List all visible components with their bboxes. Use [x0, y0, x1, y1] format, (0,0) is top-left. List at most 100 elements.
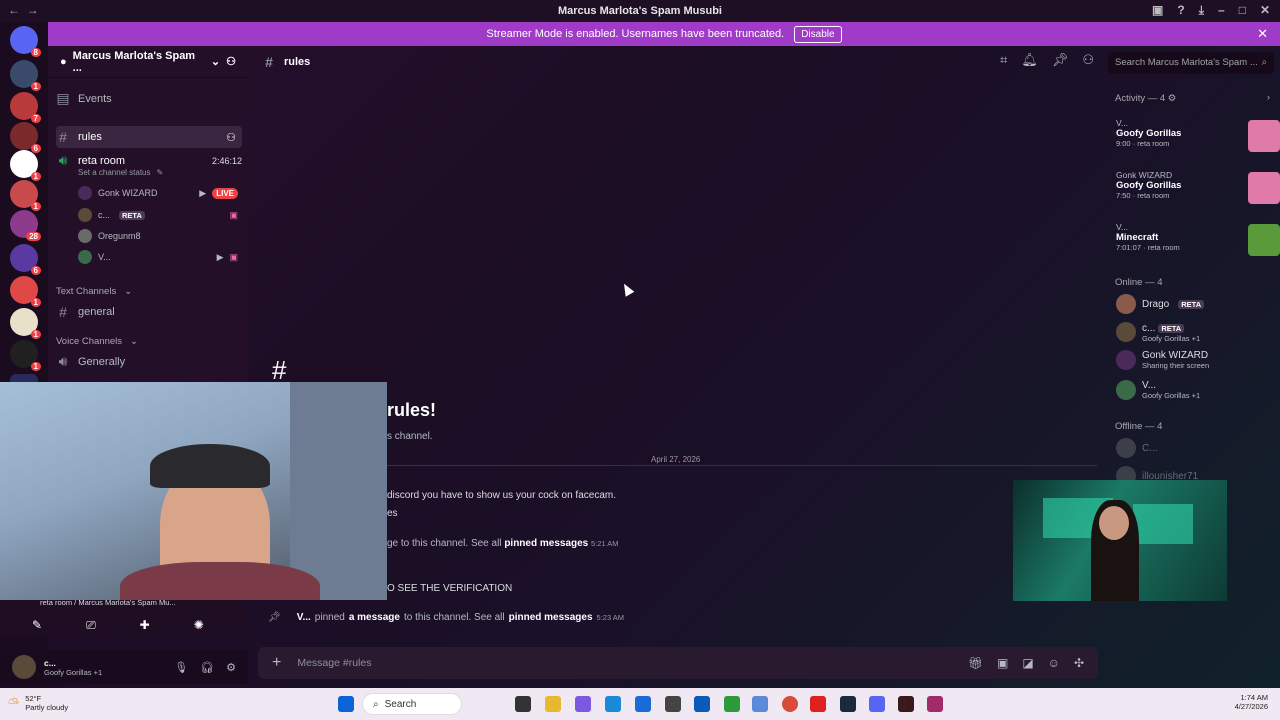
bell-icon[interactable]: 🔔︎: [1021, 52, 1038, 68]
app-icon[interactable]: [898, 696, 914, 712]
download-icon[interactable]: ⤓: [1199, 3, 1204, 18]
stop-stream-icon[interactable]: ✎: [32, 618, 42, 633]
voice-user[interactable]: Oregunm8: [78, 229, 238, 243]
pencil-icon: ✎: [156, 168, 164, 177]
edge-icon[interactable]: [605, 696, 621, 712]
channel-status[interactable]: Set a channel status ✎: [78, 168, 238, 177]
search-input[interactable]: Search Marcus Marlota's Spam ... ⌕: [1108, 52, 1274, 74]
activity-icon: ▣: [229, 251, 238, 262]
soundboard-icon[interactable]: ✺: [194, 618, 204, 633]
activity-header[interactable]: Activity — 4 ⚙: [1115, 93, 1176, 104]
message-composer[interactable]: + Message #rules 🎁︎ ▣ ◪ ☺ ✣: [258, 647, 1098, 679]
member-row[interactable]: Drago RETA: [1116, 294, 1278, 314]
windows-start-icon[interactable]: [338, 696, 354, 712]
emoji-icon[interactable]: ☺: [1048, 656, 1060, 670]
task-view-icon[interactable]: [515, 696, 531, 712]
close-window-button[interactable]: ✕: [1260, 3, 1270, 18]
game-thumbnail: [1248, 120, 1280, 152]
microphone-icon[interactable]: 🎙︎: [174, 661, 188, 674]
avatar[interactable]: [12, 655, 36, 679]
welcome-title: rules!: [387, 400, 437, 420]
pinned-messages-link[interactable]: pinned messages: [509, 612, 593, 623]
channel-rules[interactable]: # rules ⚇: [56, 126, 242, 148]
xbox-icon[interactable]: [724, 696, 740, 712]
file-explorer-icon[interactable]: [545, 696, 561, 712]
member-row[interactable]: V... Goofy Gorillas +1: [1116, 380, 1278, 400]
back-arrow-icon[interactable]: ← →: [8, 3, 39, 17]
help-icon[interactable]: ?: [1177, 3, 1184, 18]
server-icon[interactable]: 6: [10, 122, 41, 153]
discord-home-icon[interactable]: 8: [10, 26, 41, 57]
server-icon[interactable]: 28: [10, 210, 41, 241]
maximize-button[interactable]: □: [1239, 3, 1246, 18]
chevron-down-icon: ⌄: [124, 286, 133, 297]
member-row[interactable]: C...: [1116, 438, 1278, 458]
server-icon[interactable]: 7: [10, 92, 41, 123]
category-voice-channels[interactable]: Voice Channels ⌄: [56, 336, 242, 347]
app-icon[interactable]: [927, 696, 943, 712]
add-attachment-icon[interactable]: +: [272, 654, 281, 672]
voice-channel-reta-room[interactable]: 🔊︎ reta room 2:46:12: [56, 152, 242, 169]
voice-user[interactable]: Gonk WIZARD ▶ LIVE: [78, 186, 238, 200]
gear-icon[interactable]: ⚙: [226, 661, 236, 674]
guild-header[interactable]: ● Marcus Marlota's Spam ... ⌄ ⚇: [48, 46, 248, 78]
message-input[interactable]: Message #rules: [297, 657, 371, 669]
avatar: [1116, 380, 1136, 400]
chrome-icon[interactable]: [782, 696, 798, 712]
pin-icon: 📌︎: [268, 612, 281, 623]
activities-icon[interactable]: ✚: [140, 618, 150, 633]
server-icon[interactable]: 1: [10, 308, 41, 339]
server-icon[interactable]: 6: [10, 244, 41, 275]
member-row[interactable]: c... RETA Goofy Gorillas +1: [1116, 320, 1278, 343]
inbox-icon[interactable]: ▣: [1152, 3, 1163, 18]
discord-icon[interactable]: [869, 696, 885, 712]
pin-icon[interactable]: 📌︎: [1052, 52, 1069, 68]
steam-icon[interactable]: [840, 696, 856, 712]
screen-share-icon[interactable]: ⎚: [86, 618, 96, 633]
clock[interactable]: 1:74 AM 4/27/2026: [1235, 693, 1268, 711]
voice-channel-generally[interactable]: 🔊︎ Generally: [56, 353, 242, 370]
copilot-icon[interactable]: [575, 696, 591, 712]
weather-widget[interactable]: ⛅︎ 52°F Partly cloudy: [8, 694, 68, 712]
server-icon[interactable]: 1: [10, 276, 41, 307]
voice-user[interactable]: V... ▶ ▣: [78, 250, 238, 264]
gift-icon[interactable]: 🎁︎: [968, 656, 983, 670]
events-item[interactable]: ▤ Events: [56, 90, 242, 107]
chevron-right-icon[interactable]: ›: [1267, 92, 1270, 103]
close-icon[interactable]: ✕: [1257, 26, 1268, 42]
threads-icon[interactable]: ⌗: [1000, 52, 1007, 68]
weather-icon: ⛅︎: [8, 694, 20, 711]
gif-icon[interactable]: ▣: [997, 656, 1008, 670]
store-icon[interactable]: [635, 696, 651, 712]
app-icon[interactable]: [752, 696, 768, 712]
apps-icon[interactable]: ✣: [1074, 656, 1084, 670]
activity-card[interactable]: V... Goofy Gorillas 9:00 · reta room: [1116, 118, 1280, 152]
member-list-icon[interactable]: ⚇: [1082, 52, 1094, 68]
app-icon[interactable]: [694, 696, 710, 712]
user-name[interactable]: V...: [297, 612, 311, 623]
taskbar-search[interactable]: ⌕ Search: [362, 693, 462, 715]
member-row[interactable]: Gonk WIZARD Sharing their screen: [1116, 350, 1278, 370]
avatar: [1116, 438, 1136, 458]
channel-general[interactable]: # general: [56, 304, 242, 320]
message-link[interactable]: a message: [349, 612, 400, 623]
headphones-icon[interactable]: 🎧︎: [200, 661, 214, 674]
category-text-channels[interactable]: Text Channels ⌄: [56, 286, 242, 297]
server-icon[interactable]: 1: [10, 340, 41, 371]
webcam-overlay: [0, 382, 387, 600]
add-member-icon[interactable]: ⚇: [226, 55, 236, 68]
voice-user[interactable]: c... RETA ▣: [78, 208, 238, 222]
timestamp: 5:23 AM: [596, 613, 625, 622]
minimize-button[interactable]: –: [1218, 3, 1225, 18]
server-icon[interactable]: 1: [10, 150, 41, 181]
activity-card[interactable]: V... Minecraft 7:01:07 · reta room: [1116, 222, 1280, 256]
pinned-messages-link[interactable]: pinned messages: [504, 538, 588, 549]
youtube-icon[interactable]: [810, 696, 826, 712]
server-icon[interactable]: 1: [10, 60, 41, 91]
server-icon[interactable]: 1: [10, 180, 41, 211]
invite-icon[interactable]: ⚇: [226, 131, 236, 144]
sticker-icon[interactable]: ◪: [1022, 656, 1033, 670]
app-icon[interactable]: [665, 696, 681, 712]
disable-button[interactable]: Disable: [794, 25, 842, 43]
activity-card[interactable]: Gonk WIZARD Goofy Gorillas 7:50 · reta r…: [1116, 170, 1280, 204]
